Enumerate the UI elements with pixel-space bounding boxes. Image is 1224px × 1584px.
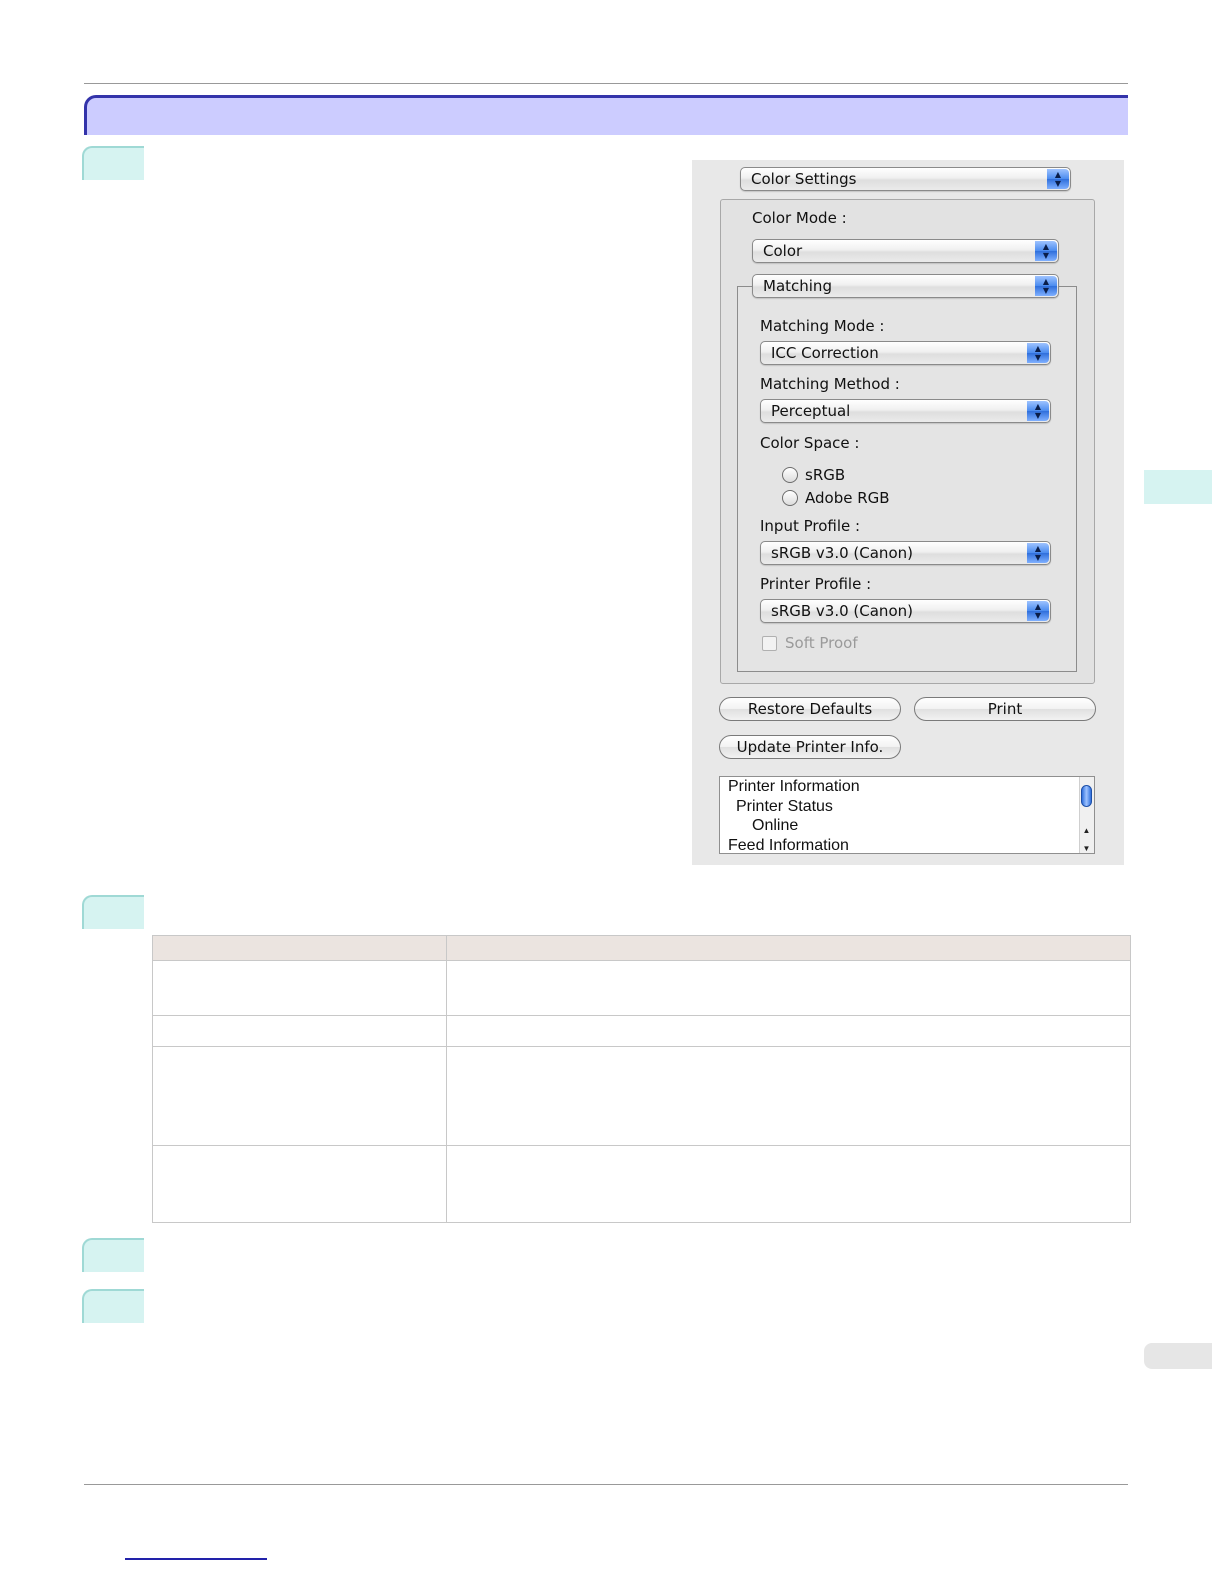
chapter-side-tab[interactable] bbox=[1144, 470, 1212, 504]
table-header-cell bbox=[152, 935, 447, 961]
table-header-row bbox=[152, 935, 1131, 961]
printer-info-list[interactable]: Printer Information Printer Status Onlin… bbox=[719, 776, 1095, 854]
matching-mode-value: ICC Correction bbox=[771, 344, 879, 362]
up-down-chevron-icon: ▲ ▼ bbox=[1035, 276, 1057, 296]
color-mode-popup[interactable]: Color ▲ ▼ bbox=[752, 239, 1059, 263]
matching-section-popup[interactable]: Matching ▲ ▼ bbox=[752, 274, 1059, 298]
up-down-chevron-icon: ▲ ▼ bbox=[1027, 343, 1049, 363]
panel-popup[interactable]: Color Settings ▲ ▼ bbox=[740, 167, 1071, 191]
radio-button[interactable] bbox=[782, 490, 798, 506]
scrollbar-thumb[interactable] bbox=[1081, 785, 1092, 807]
table-cell bbox=[152, 1046, 447, 1146]
matching-method-popup[interactable]: Perceptual ▲ ▼ bbox=[760, 399, 1051, 423]
section-banner bbox=[84, 95, 1128, 135]
radio-adobe-rgb[interactable]: Adobe RGB bbox=[782, 488, 890, 508]
table-cell bbox=[446, 1046, 1131, 1146]
matching-mode-popup[interactable]: ICC Correction ▲ ▼ bbox=[760, 341, 1051, 365]
table-row bbox=[152, 1145, 1131, 1223]
settings-table bbox=[152, 935, 1131, 1223]
table-cell bbox=[446, 1015, 1131, 1047]
soft-proof-checkbox-row[interactable]: Soft Proof bbox=[762, 634, 858, 652]
radio-srgb[interactable]: sRGB bbox=[782, 465, 845, 485]
update-printer-info-button[interactable]: Update Printer Info. bbox=[719, 735, 901, 759]
table-cell bbox=[152, 1015, 447, 1047]
color-settings-dialog: Color Settings ▲ ▼ Color Mode : Color ▲ ▼ … bbox=[692, 160, 1124, 865]
list-item[interactable]: Feed Information bbox=[720, 836, 1094, 854]
radio-button[interactable] bbox=[782, 467, 798, 483]
matching-method-label: Matching Method : bbox=[760, 375, 900, 393]
color-space-label: Color Space : bbox=[760, 434, 860, 452]
step-marker-2 bbox=[82, 895, 144, 929]
printer-profile-popup[interactable]: sRGB v3.0 (Canon) ▲ ▼ bbox=[760, 599, 1051, 623]
scroll-up-arrow-icon[interactable]: ▲ bbox=[1081, 821, 1092, 841]
table-header-cell bbox=[446, 935, 1131, 961]
table-row bbox=[152, 960, 1131, 1016]
table-cell bbox=[152, 1145, 447, 1223]
input-profile-value: sRGB v3.0 (Canon) bbox=[771, 544, 913, 562]
table-row bbox=[152, 1046, 1131, 1146]
print-button[interactable]: Print bbox=[914, 697, 1096, 721]
footer-link-underline[interactable] bbox=[125, 1558, 267, 1560]
up-down-chevron-icon: ▲ ▼ bbox=[1027, 401, 1049, 421]
soft-proof-checkbox[interactable] bbox=[762, 635, 777, 651]
matching-mode-label: Matching Mode : bbox=[760, 317, 885, 335]
list-item[interactable]: Printer Status bbox=[720, 797, 1094, 817]
up-down-chevron-icon: ▲ ▼ bbox=[1027, 543, 1049, 563]
step-marker-1 bbox=[82, 146, 144, 180]
input-profile-popup[interactable]: sRGB v3.0 (Canon) ▲ ▼ bbox=[760, 541, 1051, 565]
header-rule bbox=[84, 83, 1128, 84]
up-down-chevron-icon: ▲ ▼ bbox=[1035, 241, 1057, 261]
restore-defaults-button[interactable]: Restore Defaults bbox=[719, 697, 901, 721]
radio-adobe-rgb-label: Adobe RGB bbox=[805, 489, 890, 507]
soft-proof-label: Soft Proof bbox=[785, 634, 858, 652]
table-row bbox=[152, 1015, 1131, 1047]
printer-profile-value: sRGB v3.0 (Canon) bbox=[771, 602, 913, 620]
step-marker-4 bbox=[82, 1289, 144, 1323]
up-down-chevron-icon: ▲ ▼ bbox=[1047, 169, 1069, 189]
step-marker-3 bbox=[82, 1238, 144, 1272]
scrollbar[interactable]: ▲ ▼ bbox=[1079, 777, 1094, 853]
input-profile-label: Input Profile : bbox=[760, 517, 861, 535]
radio-srgb-label: sRGB bbox=[805, 466, 846, 484]
table-cell bbox=[152, 960, 447, 1016]
color-mode-label: Color Mode : bbox=[752, 209, 847, 227]
list-item[interactable]: Online bbox=[720, 816, 1094, 836]
table-cell bbox=[446, 960, 1131, 1016]
table-cell bbox=[446, 1145, 1131, 1223]
scroll-down-arrow-icon[interactable]: ▼ bbox=[1081, 839, 1092, 853]
panel-popup-value: Color Settings bbox=[751, 170, 857, 188]
page-side-tab[interactable] bbox=[1144, 1343, 1212, 1369]
matching-method-value: Perceptual bbox=[771, 402, 851, 420]
footer-rule bbox=[84, 1484, 1128, 1485]
printer-profile-label: Printer Profile : bbox=[760, 575, 872, 593]
matching-section-value: Matching bbox=[763, 277, 832, 295]
up-down-chevron-icon: ▲ ▼ bbox=[1027, 601, 1049, 621]
list-item[interactable]: Printer Information bbox=[720, 777, 1094, 797]
color-mode-value: Color bbox=[763, 242, 803, 260]
